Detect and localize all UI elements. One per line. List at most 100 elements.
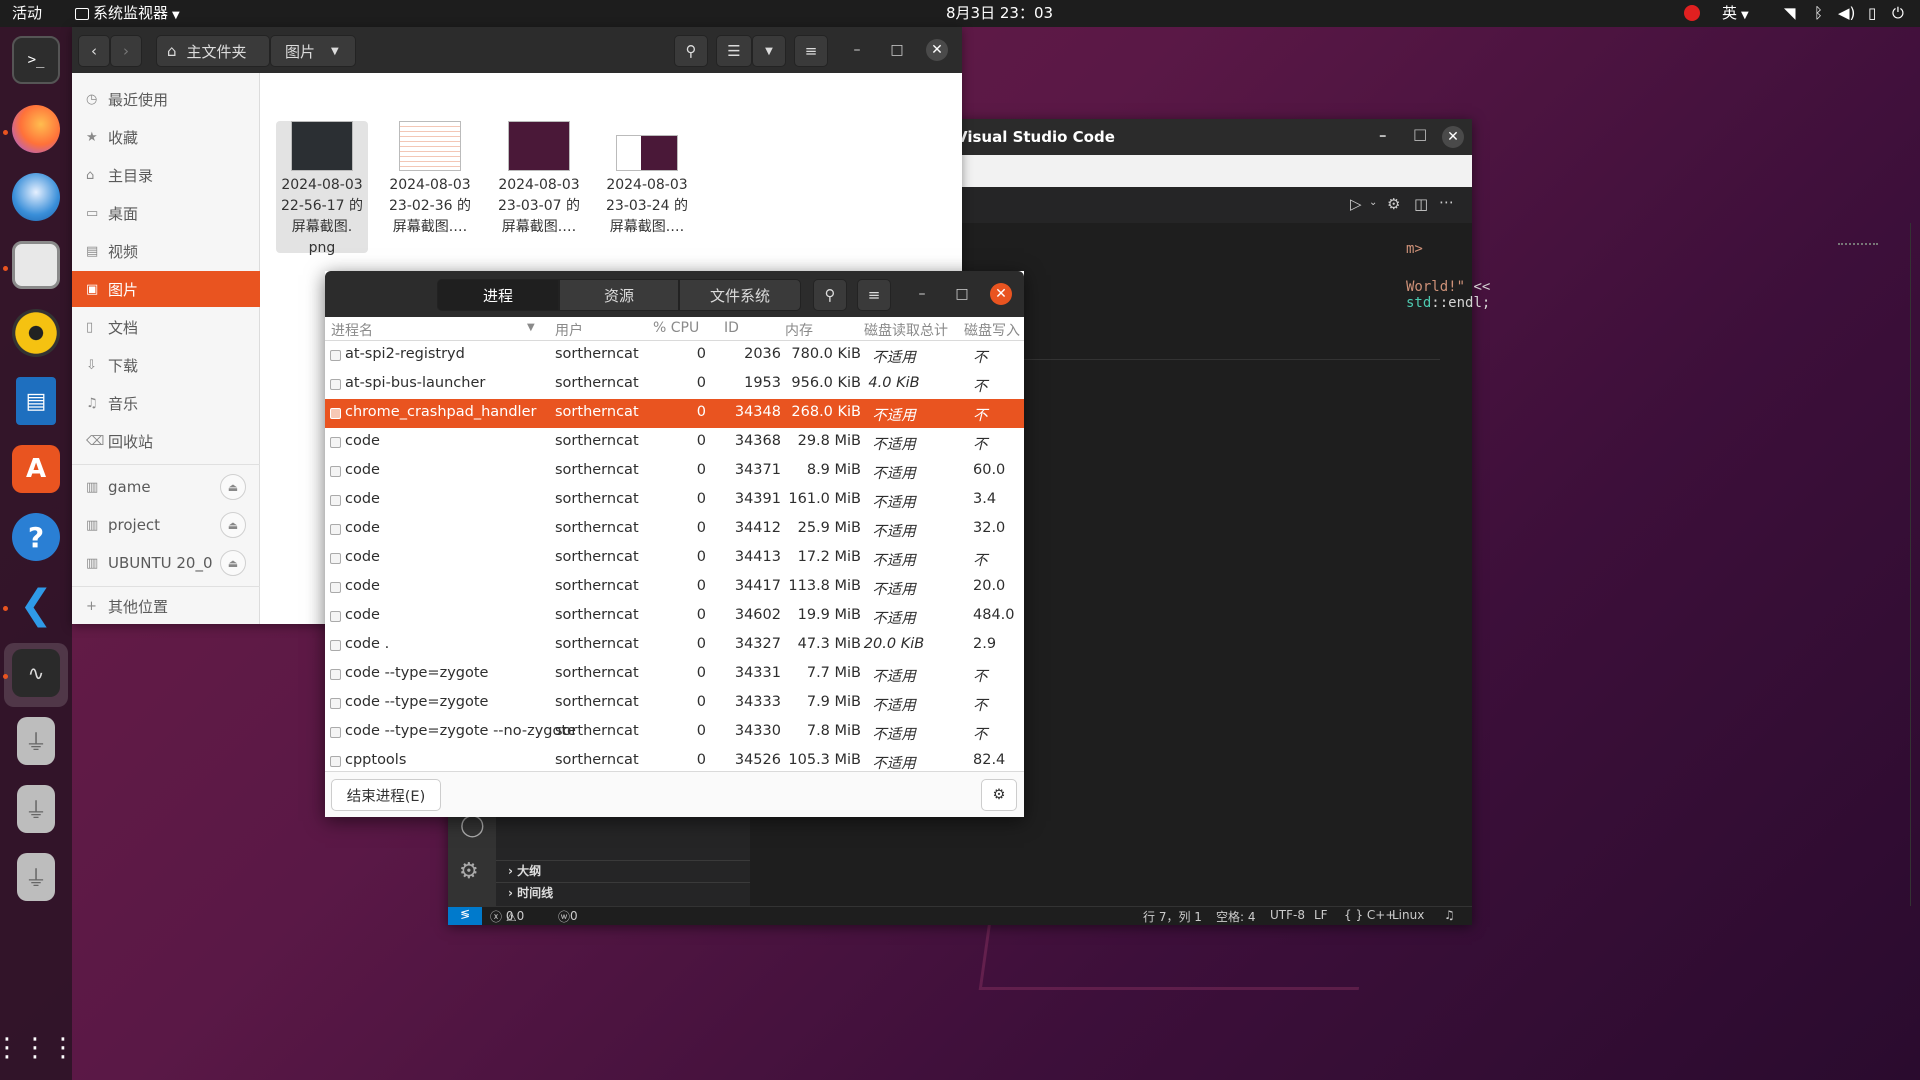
writer-icon[interactable]: ▤ [16,377,56,425]
process-row[interactable]: at-spi-bus-launcher sortherncat 0 1953 956.0… [325,370,1024,399]
column-header-memory[interactable]: 内存 [785,320,813,340]
firefox-icon[interactable] [12,105,60,153]
tab-filesystems[interactable]: 文件系统 [679,279,801,311]
path-home-button[interactable]: ⌂ 主文件夹 [156,35,270,67]
process-row[interactable]: code --type=zygote sortherncat 0 34333 7.9 M… [325,689,1024,718]
process-row[interactable]: code sortherncat 0 34391 161.0 MiB 不适用 3.4 [325,486,1024,515]
path-current-button[interactable]: 图片 ▼ [270,35,356,67]
volume-icon[interactable]: ◀) [1838,0,1855,27]
vscode-icon[interactable]: ❮ [12,581,60,629]
process-row[interactable]: at-spi2-registryd sortherncat 0 2036 780.0 K… [325,341,1024,370]
outline-section[interactable]: › 大纲 [496,860,750,880]
ports-indicator[interactable]: ⓦ 0 [558,908,578,925]
software-icon[interactable]: A [12,445,60,493]
search-button[interactable]: ⚲ [674,35,708,67]
settings-gear-icon[interactable]: ⚙ [1387,195,1400,213]
close-icon[interactable]: ✕ [990,283,1012,305]
column-header-cpu[interactable]: % CPU [653,320,699,336]
forward-button[interactable]: › [110,35,142,67]
app-menu[interactable]: 系统监视器 ▼ [75,0,180,27]
help-icon[interactable]: ? [12,513,60,561]
sidebar-item-desktop[interactable]: ▭ 桌面 [72,195,260,231]
column-header-disk-read[interactable]: 磁盘读取总计 [864,320,948,340]
rhythmbox-icon[interactable] [12,309,60,357]
remote-indicator[interactable]: ≶ [448,907,482,925]
sidebar-item-other-locations[interactable]: + 其他位置 [72,588,260,624]
column-header-user[interactable]: 用户 [555,320,583,340]
process-row[interactable]: code sortherncat 0 34371 8.9 MiB 不适用 60.0 [325,457,1024,486]
more-actions-icon[interactable]: ⋯ [1439,193,1454,211]
wifi-icon[interactable]: ◥ [1784,0,1796,27]
sidebar-item-music[interactable]: ♫ 音乐 [72,385,260,421]
language-mode[interactable]: { } C++ [1344,908,1395,922]
sidebar-item-trash[interactable]: ⌫ 回收站 [72,423,260,459]
minimize-icon[interactable]: – [1379,126,1387,144]
process-row[interactable]: code sortherncat 0 34417 113.8 MiB 不适用 20.0 [325,573,1024,602]
process-row[interactable]: cpptools sortherncat 0 34526 105.3 MiB 不适用 82.… [325,747,1024,771]
process-properties-button[interactable]: ⚙ [981,779,1017,811]
bluetooth-icon[interactable]: ᛒ [1814,0,1823,27]
process-row[interactable]: code --type=zygote --no-zygote sorthernca… [325,718,1024,747]
maximize-icon[interactable]: □ [886,39,908,61]
tab-processes[interactable]: 进程 [437,279,559,311]
search-button[interactable]: ⚲ [813,279,847,311]
files-icon[interactable] [12,241,60,289]
file-item[interactable]: 2024-08-03 23-02-36 的 屏幕截图.… [384,121,476,238]
chevron-down-icon[interactable]: ⌄ [1369,197,1377,208]
timeline-section[interactable]: › 时间线 [496,882,750,902]
input-method-indicator[interactable]: 英 ▼ [1722,0,1749,27]
process-row[interactable]: chrome_crashpad_handler sortherncat 0 34348… [325,399,1024,428]
process-row[interactable]: code sortherncat 0 34412 25.9 MiB 不适用 32.0 [325,515,1024,544]
usb-drive-icon[interactable]: ⏚ [17,853,55,901]
thunderbird-icon[interactable] [12,173,60,221]
sidebar-item-project[interactable]: ▥ project ⏏ [72,507,260,543]
sidebar-item-home[interactable]: ⌂ 主目录 [72,157,260,193]
line-ending[interactable]: LF [1314,908,1328,922]
split-editor-icon[interactable]: ◫ [1414,195,1428,213]
indentation[interactable]: 空格: 4 [1216,908,1256,925]
terminal-icon[interactable]: >_ [12,36,60,84]
menu-button[interactable]: ≡ [794,35,828,67]
battery-icon[interactable]: ▯ [1868,0,1876,27]
column-header-id[interactable]: ID [724,320,739,336]
os-indicator[interactable]: Linux [1392,908,1424,922]
do-not-disturb-icon[interactable] [1684,5,1700,21]
app-grid-icon[interactable]: ⋮⋮⋮ [0,1024,76,1072]
file-item[interactable]: 2024-08-03 23-03-07 的 屏幕截图.… [493,121,585,238]
sidebar-item-downloads[interactable]: ⇩ 下载 [72,347,260,383]
eject-icon[interactable]: ⏏ [220,474,246,500]
sidebar-item-game[interactable]: ▥ game ⏏ [72,469,260,505]
view-options-button[interactable]: ▼ [752,35,786,67]
notification-bell-icon[interactable]: ♫ [1444,908,1455,922]
maximize-icon[interactable]: □ [1413,125,1427,143]
process-row[interactable]: code sortherncat 0 34602 19.9 MiB 不适用 484.0 [325,602,1024,631]
close-icon[interactable]: ✕ [926,39,948,61]
usb-drive-icon[interactable]: ⏚ [17,785,55,833]
clock[interactable]: 8月3日 23：03 [946,0,1053,27]
menu-button[interactable]: ≡ [857,279,891,311]
encoding[interactable]: UTF-8 [1270,908,1305,922]
maximize-icon[interactable]: □ [951,283,973,305]
sidebar-item-starred[interactable]: ★ 收藏 [72,119,260,155]
back-button[interactable]: ‹ [78,35,110,67]
problems-indicator[interactable]: ⓧ 0 ⚠ 0 [490,908,524,925]
system-monitor-icon[interactable]: ∿ [12,649,60,697]
file-item[interactable]: 2024-08-03 23-03-24 的 屏幕截图.… [601,121,693,238]
sidebar-item-videos[interactable]: ▤ 视频 [72,233,260,269]
system-menu-icon[interactable]: ⏻ [1892,0,1904,27]
process-row[interactable]: code --type=zygote sortherncat 0 34331 7.7 M… [325,660,1024,689]
cursor-position[interactable]: 行 7，列 1 [1143,908,1202,925]
manage-gear-icon[interactable]: ⚙ [459,859,479,884]
editor-scrollbar[interactable] [1910,223,1911,906]
eject-icon[interactable]: ⏏ [220,512,246,538]
column-header-name[interactable]: 进程名 [331,320,373,340]
close-icon[interactable]: ✕ [1442,126,1464,148]
run-icon[interactable]: ▷ [1350,195,1362,213]
process-row[interactable]: code sortherncat 0 34368 29.8 MiB 不适用 不 [325,428,1024,457]
sidebar-item-ubuntu[interactable]: ▥ UBUNTU 20_0 ⏏ [72,545,260,581]
process-list[interactable]: at-spi2-registryd sortherncat 0 2036 780.0 K… [325,341,1024,771]
column-header-disk-write[interactable]: 磁盘写入 [964,320,1020,340]
tab-resources[interactable]: 资源 [559,279,679,311]
file-item[interactable]: 2024-08-03 22-56-17 的 屏幕截图. png [276,121,368,256]
minimize-icon[interactable]: – [911,283,933,305]
